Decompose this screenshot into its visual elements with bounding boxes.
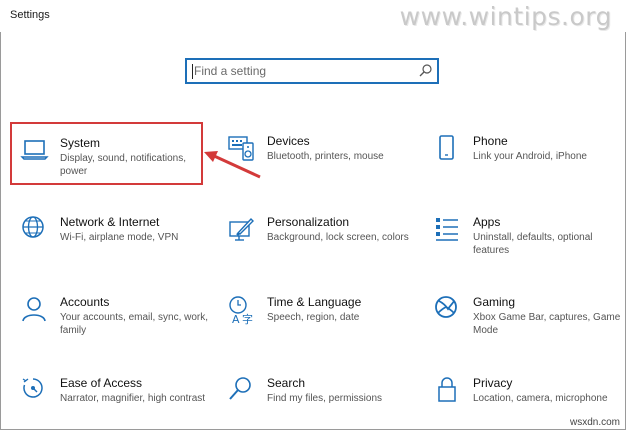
title-bar: Settings www.wintips.org: [0, 0, 626, 32]
watermark: www.wintips.org: [399, 2, 612, 31]
tile-title: Accounts: [60, 295, 110, 309]
svg-text:字: 字: [242, 312, 253, 325]
tile-title: Ease of Access: [60, 376, 143, 390]
highlight-box: [10, 122, 203, 185]
tile-description: Link your Android, iPhone: [473, 151, 587, 162]
ease-of-access-icon: [20, 376, 50, 406]
person-icon: [20, 295, 50, 325]
pointer-arrow: [200, 145, 270, 185]
tile-description: Find my files, permissions: [267, 393, 383, 404]
tile-title: Network & Internet: [60, 215, 160, 229]
search-input[interactable]: Find a setting: [185, 58, 439, 84]
tile-description: Background, lock screen, colors: [267, 232, 409, 243]
window-title: Settings: [10, 9, 50, 21]
magnifier-icon[interactable]: [418, 63, 433, 78]
tile-description: Wi-Fi, airplane mode, VPN: [60, 232, 179, 243]
tile-description: Narrator, magnifier, high contrast: [60, 393, 206, 404]
search-icon: [227, 376, 257, 406]
svg-text:A: A: [232, 313, 240, 325]
xbox-icon: [433, 295, 463, 325]
globe-icon: [20, 215, 50, 245]
time-language-icon: A字: [227, 295, 257, 325]
tile-description: Uninstall, defaults, optional features: [473, 232, 593, 256]
tile-title: Personalization: [267, 215, 350, 229]
tile-title: Phone: [473, 134, 508, 148]
footer-watermark: wsxdn.com: [569, 417, 620, 428]
search-placeholder: Find a setting: [194, 64, 267, 78]
lock-icon: [433, 376, 463, 406]
tile-title: Gaming: [473, 295, 516, 309]
tile-description: Xbox Game Bar, captures, Game Mode: [473, 312, 621, 336]
tile-title: Time & Language: [267, 295, 362, 309]
tile-description: Location, camera, microphone: [473, 393, 608, 404]
tile-title: Privacy: [473, 376, 513, 390]
phone-icon: [433, 134, 463, 164]
tile-title: Search: [267, 376, 306, 390]
apps-list-icon: [433, 215, 463, 245]
text-caret: [192, 64, 193, 79]
tile-description: Your accounts, email, sync, work, family: [60, 312, 209, 336]
tile-description: Speech, region, date: [267, 312, 360, 323]
tile-description: Bluetooth, printers, mouse: [267, 151, 384, 162]
tile-title: Apps: [473, 215, 501, 229]
tile-title: Devices: [267, 134, 310, 148]
paint-icon: [227, 215, 257, 245]
